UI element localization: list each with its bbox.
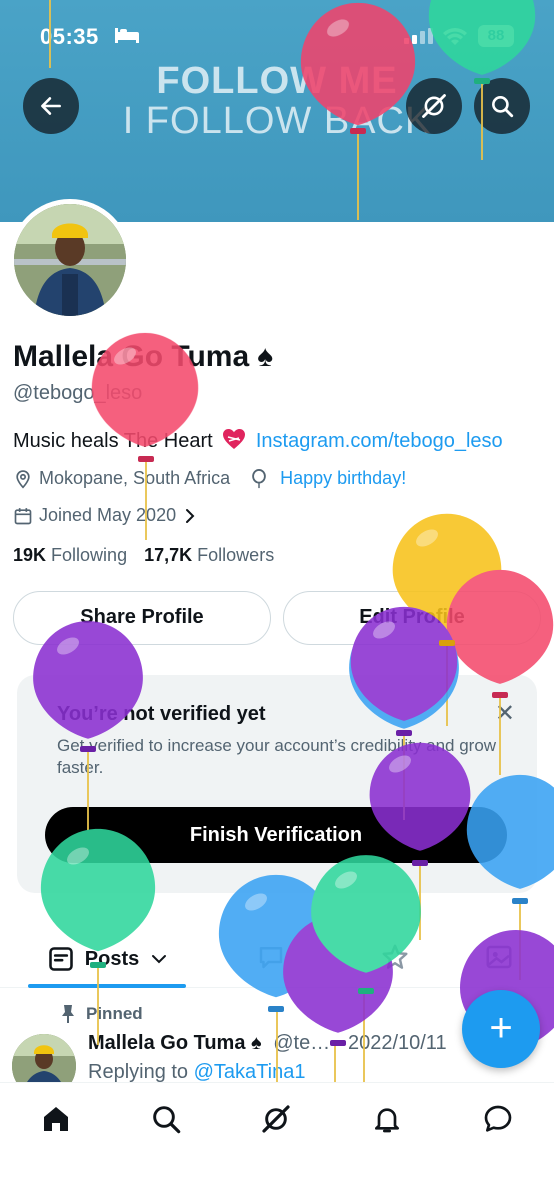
nav-home[interactable]	[38, 1101, 74, 1137]
battery-indicator: 88	[478, 25, 514, 47]
verification-title: You’re not verified yet	[57, 703, 266, 725]
finish-verification-button[interactable]: Finish Verification	[45, 807, 507, 863]
nav-grok[interactable]	[258, 1101, 294, 1137]
following-count: 19K	[13, 545, 47, 565]
post-author-name[interactable]: Mallela Go Tuma	[88, 1032, 245, 1054]
follow-counts: 19K Following 17,7K Followers	[13, 545, 274, 566]
home-icon	[44, 1107, 68, 1131]
joined-text: Joined May 2020	[39, 505, 177, 525]
balloon-icon	[250, 468, 268, 489]
nav-notifications[interactable]	[369, 1101, 405, 1137]
mending-heart-emoji	[222, 428, 246, 456]
grok-icon	[262, 1105, 290, 1133]
reply-prefix: Replying to	[88, 1061, 189, 1083]
bio-link[interactable]: Instagram.com/tebogo_leso	[256, 430, 503, 452]
reply-handle-link[interactable]: @TakaTina1	[194, 1061, 306, 1083]
location-row: Mokopane, South Africa Happy birthday!	[13, 468, 406, 489]
posts-tab-icon	[47, 945, 75, 973]
share-profile-button[interactable]: Share Profile	[13, 591, 271, 645]
following-label: Following	[51, 545, 128, 565]
wifi-icon	[442, 26, 468, 51]
banner-line-2: I FOLLOW BACK	[122, 100, 432, 142]
joined-row[interactable]: Joined May 2020	[13, 505, 196, 526]
profile-bio: Music heals The Heart Instagram.com/tebo…	[13, 428, 503, 456]
search-icon	[492, 96, 514, 118]
spade-emoji: ♠	[257, 340, 274, 373]
grok-icon	[422, 94, 446, 118]
media-tab-icon[interactable]	[484, 942, 514, 977]
arrow-left-icon	[41, 97, 61, 115]
profile-name-row: Mallela Go Tuma ♠	[13, 340, 273, 374]
status-bar: 05:35 88	[0, 22, 554, 52]
back-button[interactable]	[23, 78, 79, 134]
bottom-navigation	[0, 1082, 554, 1200]
post-header: Mallela Go Tuma ♠ @te… · 2022/10/11	[88, 1032, 447, 1055]
edit-profile-button[interactable]: Edit Profile	[283, 591, 541, 645]
verification-description: Get verified to increase your account’s …	[57, 736, 497, 777]
calendar-icon	[13, 506, 33, 526]
active-tab-indicator	[28, 984, 186, 988]
pinned-label: Pinned	[86, 1004, 143, 1023]
grok-button[interactable]	[406, 78, 462, 134]
post-meta: @te… · 2022/10/11	[273, 1032, 447, 1054]
highlights-tab-icon[interactable]	[380, 942, 410, 977]
nav-messages[interactable]	[480, 1101, 516, 1137]
sleep-mode-icon	[114, 26, 140, 49]
banner-line-1: FOLLOW ME	[156, 60, 398, 102]
followers-link[interactable]: 17,7K Followers	[144, 545, 274, 565]
birthday-link[interactable]: Happy birthday!	[280, 468, 406, 489]
tab-posts-label: Posts	[84, 947, 140, 970]
profile-tabs: Posts	[0, 930, 554, 988]
profile-avatar[interactable]	[9, 199, 131, 321]
pin-icon	[60, 1004, 76, 1024]
status-time: 05:35	[40, 24, 99, 49]
bell-icon	[375, 1108, 399, 1133]
avatar-photo	[14, 204, 126, 316]
nav-search[interactable]	[148, 1101, 184, 1137]
followers-count: 17,7K	[144, 545, 193, 565]
location-pin-icon	[13, 469, 33, 489]
profile-handle: @tebogo_leso	[13, 382, 143, 404]
verification-card: You’re not verified yet ✕ Get verified t…	[17, 675, 537, 893]
location-text: Mokopane, South Africa	[39, 468, 231, 488]
post-reply-line: Replying to @TakaTina1	[88, 1061, 305, 1084]
bio-text: Music heals The Heart	[13, 430, 213, 452]
replies-tab-icon[interactable]	[256, 942, 286, 977]
post-author-emoji: ♠	[251, 1032, 262, 1054]
compose-post-button[interactable]: +	[462, 990, 540, 1068]
search-icon	[153, 1106, 181, 1134]
chevron-right-icon	[184, 508, 196, 524]
chevron-down-icon	[151, 954, 167, 964]
following-link[interactable]: 19K Following	[13, 545, 127, 565]
search-button[interactable]	[474, 78, 530, 134]
followers-label: Followers	[197, 545, 275, 565]
pinned-indicator: Pinned	[60, 1004, 143, 1024]
close-icon[interactable]: ✕	[495, 699, 515, 728]
chat-bubble-icon	[484, 1105, 512, 1132]
cellular-signal-icon	[404, 28, 434, 49]
profile-name: Mallela Go Tuma	[13, 340, 250, 373]
tab-posts[interactable]: Posts	[28, 930, 186, 988]
birthday-item: Happy birthday!	[250, 468, 406, 489]
